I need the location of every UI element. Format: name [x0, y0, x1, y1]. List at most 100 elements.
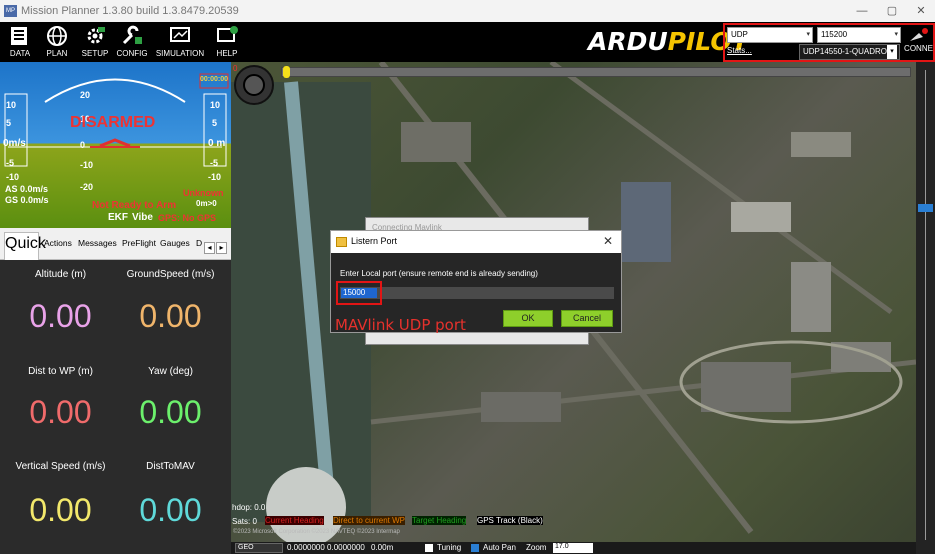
tuning-checkbox[interactable] [425, 544, 433, 552]
coord-mode-select[interactable]: GEO [235, 543, 283, 553]
gps-status: GPS: No GPS [158, 213, 217, 223]
vertical-speed-label: Vertical Speed (m/s) [15, 461, 106, 472]
dist-to-mav-value: 0.00 [139, 492, 202, 528]
alt-readout: 0.00m [371, 543, 394, 552]
help-button[interactable]: HELP [212, 22, 242, 62]
monitor-icon [11, 27, 27, 45]
hud-alt-tick: -10 [208, 172, 222, 182]
yaw-label: Yaw (deg) [148, 366, 193, 377]
tab-more[interactable]: D [196, 238, 202, 248]
help-icon [217, 26, 238, 42]
hud-pitch-label: -20 [80, 182, 94, 192]
airspeed-readout: AS 0.0m/s [5, 184, 49, 194]
hud-alt-tick: 0 m [208, 138, 226, 149]
hud-speed-tick: 5 [6, 118, 12, 128]
hud-pitch-label: 20 [80, 90, 91, 100]
hud-pitch-label: -10 [80, 160, 94, 170]
zoom-label: Zoom [526, 543, 547, 552]
ekf-indicator[interactable]: EKF [108, 212, 128, 223]
tab-actions[interactable]: Actions [44, 238, 72, 248]
hud-timer: 00:00:00 [200, 76, 229, 83]
tab-scroll-right-button[interactable]: ▸ [216, 242, 227, 254]
tab-gauges[interactable]: Gauges [160, 238, 190, 248]
close-window-button[interactable]: ✕ [907, 2, 935, 20]
simulation-button[interactable]: SIMULATION [152, 22, 208, 62]
hud-display: 10 5 0m/s -5 -10 10 5 0 m -5 -10 20 10 0… [0, 62, 231, 228]
simulation-icon [170, 27, 190, 42]
app-icon: MP [4, 5, 17, 17]
stats-link[interactable]: Stats... [727, 46, 752, 55]
autopan-label: Auto Pan [483, 543, 516, 552]
tab-preflight[interactable]: PreFlight [122, 238, 156, 248]
altitude-label: Altitude (m) [34, 269, 87, 280]
plan-button[interactable]: PLAN [40, 22, 74, 62]
simulation-label: SIMULATION [155, 49, 205, 58]
hud-speed-tick: -10 [6, 172, 20, 182]
tab-scroll-left-button[interactable]: ◂ [204, 242, 215, 254]
zoom-slider-bar[interactable] [916, 62, 935, 554]
vehicle-value: UDP14550-1-QUADRO [803, 47, 888, 56]
baud-select[interactable]: 115200 ▾ [817, 27, 901, 43]
altitude-value: 0.00 [29, 298, 92, 334]
protocol-value: UDP [731, 30, 748, 39]
map-progress-marker[interactable] [283, 66, 290, 78]
zoom-slider-thumb[interactable] [918, 204, 933, 212]
hud-speed-tick: -5 [6, 158, 15, 168]
vehicle-select[interactable]: UDP14550-1-QUADRO ▾ [799, 44, 900, 60]
ardupilot-logo: ARDUPILOT [588, 25, 749, 59]
dist-to-mav-label: DistToMAV [146, 461, 195, 472]
hud-alt-tick: 5 [212, 118, 218, 128]
annotation-label: MAVlink UDP port [335, 316, 466, 334]
legend-gps-track: GPS Track (Black) [477, 516, 543, 525]
groundspeed-readout: GS 0.0m/s [5, 195, 49, 205]
protocol-select[interactable]: UDP ▾ [727, 27, 813, 43]
setup-button[interactable]: SETUP [78, 22, 112, 62]
map-progress-track[interactable] [281, 67, 911, 77]
arm-status-message: Not Ready to Arm [92, 200, 177, 211]
logo-text-white: ARDU [588, 27, 668, 56]
hud-alt-tick: -5 [210, 158, 219, 168]
dist-to-wp-value: 0.00 [29, 394, 92, 430]
vibe-indicator[interactable]: Vibe [132, 212, 153, 223]
connect-button[interactable]: CONNE [902, 24, 935, 62]
hud-speed-tick: 10 [6, 100, 17, 110]
dialog-close-button[interactable]: ✕ [603, 234, 613, 248]
chevron-down-icon: ▾ [806, 31, 810, 38]
tab-quick-label: Quick [5, 235, 46, 252]
hdop-readout: hdop: 0.0 [232, 503, 266, 512]
hud-pitch-label: 0 [80, 140, 86, 150]
config-button[interactable]: CONFIG [115, 22, 149, 62]
tuning-label: Tuning [437, 543, 462, 552]
globe-icon [47, 26, 67, 46]
baud-value: 115200 [821, 30, 848, 39]
wrench-icon [122, 25, 142, 45]
wp-distance-readout: 0m>0 [196, 199, 217, 208]
hud-speed-tick: 0m/s [3, 138, 26, 149]
dialog-title: Listern Port [351, 236, 398, 246]
zoom-input[interactable]: 17.0 [553, 543, 593, 553]
dist-to-wp-label: Dist to WP (m) [28, 366, 93, 377]
coord-readout: 0.0000000 0.0000000 [287, 543, 365, 552]
map-status-bar: GEO 0.0000000 0.0000000 0.00m Tuning Aut… [231, 542, 916, 554]
autopan-checkbox[interactable] [471, 544, 479, 552]
help-label: HELP [216, 49, 238, 58]
vertical-speed-value: 0.00 [29, 492, 92, 528]
restore-button[interactable]: ▢ [878, 2, 906, 20]
groundspeed-label: GroundSpeed (m/s) [126, 269, 215, 280]
map-progress-zero: 0 [233, 64, 238, 73]
gear-icon [87, 27, 105, 44]
data-button[interactable]: DATA [3, 22, 37, 62]
legend-current-heading: Current Heading [265, 516, 324, 525]
ok-button[interactable]: OK [503, 310, 553, 327]
compass-widget[interactable] [234, 65, 274, 105]
minimize-button[interactable]: — [848, 2, 876, 20]
quick-panel: Altitude (m) GroundSpeed (m/s) 0.00 0.00… [0, 260, 231, 554]
tab-quick[interactable]: Quick [4, 232, 46, 260]
plug-icon [909, 28, 928, 41]
chevron-down-icon: ▾ [887, 45, 897, 59]
tab-messages[interactable]: Messages [78, 238, 117, 248]
armed-status: DISARMED [70, 114, 156, 131]
cancel-button[interactable]: Cancel [561, 310, 613, 327]
map-copyright: ©2023 Microsoft Corporation ©2023 NAVTEQ… [233, 529, 400, 535]
legend-target-heading: Target Heading [412, 516, 467, 525]
